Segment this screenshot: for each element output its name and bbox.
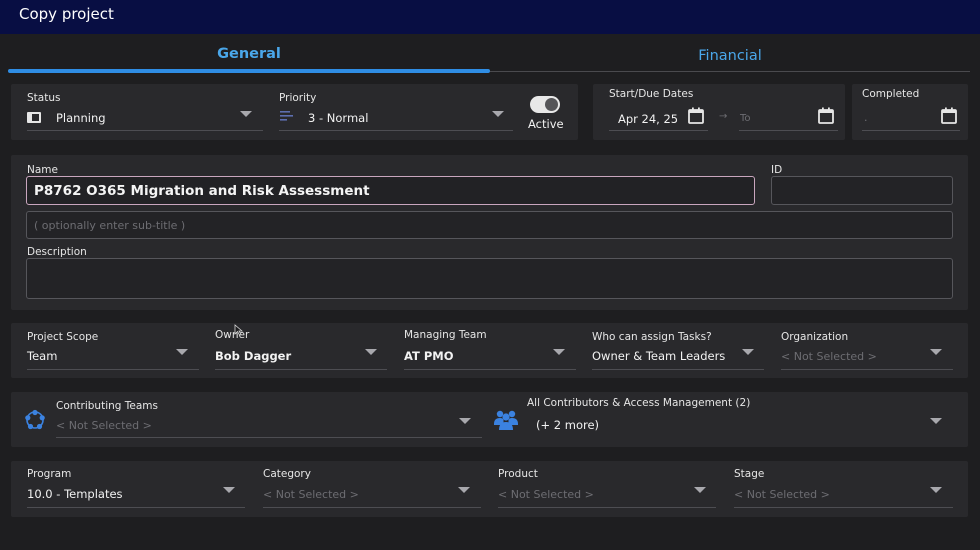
tab-active-indicator (8, 69, 490, 73)
toggle-knob (545, 98, 558, 111)
active-label: Active (528, 117, 564, 131)
dates-label: Start/Due Dates (609, 88, 694, 100)
completed-label: Completed (862, 88, 920, 100)
chevron-down-icon[interactable] (930, 418, 942, 424)
chevron-down-icon[interactable] (459, 418, 471, 424)
users-group-icon (494, 410, 518, 430)
scope-label: Project Scope (27, 331, 99, 343)
category-label: Category (263, 468, 311, 480)
name-value: P8762 O365 Migration and Risk Assessment (34, 183, 370, 199)
chevron-down-icon[interactable] (240, 111, 252, 117)
priority-value[interactable]: 3 - Normal (308, 111, 368, 125)
start-date-value[interactable]: Apr 24, 25 (618, 112, 678, 126)
organization-label: Organization (781, 331, 849, 343)
scope-underline (27, 369, 199, 370)
description-label: Description (27, 246, 87, 258)
completed-value[interactable]: . (864, 111, 868, 124)
access-label: All Contributors & Access Management (2) (527, 397, 751, 409)
calendar-icon[interactable] (941, 107, 957, 124)
managing-team-label: Managing Team (404, 329, 487, 341)
chevron-down-icon[interactable] (553, 349, 565, 355)
status-label: Status (27, 92, 61, 104)
managing-team-underline (404, 369, 576, 370)
contributing-underline (56, 437, 482, 438)
chevron-down-icon[interactable] (930, 349, 942, 355)
arrow-right-icon: → (719, 111, 728, 122)
chevron-down-icon[interactable] (176, 349, 188, 355)
managing-team-value[interactable]: AT PMO (404, 349, 454, 363)
program-value[interactable]: 10.0 - Templates (27, 487, 123, 501)
chevron-down-icon[interactable] (742, 349, 754, 355)
due-date-underline (739, 130, 838, 131)
chevron-down-icon[interactable] (930, 487, 942, 493)
window-title: Copy project (19, 5, 114, 23)
name-label: Name (27, 164, 58, 176)
program-label: Program (27, 468, 72, 480)
active-toggle[interactable] (530, 96, 560, 113)
organization-underline (781, 369, 953, 370)
flag-icon (27, 112, 41, 123)
category-underline (263, 507, 481, 508)
tab-general[interactable]: General (8, 46, 490, 62)
status-underline (27, 130, 263, 131)
priority-underline (279, 130, 513, 131)
team-circle-icon (25, 409, 45, 430)
contributing-teams-label: Contributing Teams (56, 400, 158, 412)
calendar-icon[interactable] (818, 107, 834, 124)
mouse-cursor-icon (234, 324, 243, 336)
organization-value[interactable]: < Not Selected > (781, 350, 877, 363)
start-date-underline (609, 130, 708, 131)
priority-label: Priority (279, 92, 317, 104)
product-value[interactable]: < Not Selected > (498, 488, 594, 501)
completed-underline (862, 130, 960, 131)
contributing-teams-value[interactable]: < Not Selected > (56, 419, 152, 432)
owner-value[interactable]: Bob Dagger (215, 349, 291, 363)
assign-tasks-value[interactable]: Owner & Team Leaders (592, 349, 725, 363)
scope-value[interactable]: Team (27, 349, 57, 363)
access-value[interactable]: (+ 2 more) (536, 418, 599, 432)
chevron-down-icon[interactable] (458, 487, 470, 493)
tab-financial[interactable]: Financial (490, 48, 970, 64)
tab-divider (490, 71, 970, 72)
priority-bars-icon (280, 111, 293, 121)
program-underline (27, 507, 245, 508)
subtitle-placeholder: ( optionally enter sub-title ) (34, 219, 186, 232)
status-value[interactable]: Planning (56, 111, 106, 125)
stage-value[interactable]: < Not Selected > (734, 488, 830, 501)
owner-label: Owner (215, 329, 250, 341)
product-underline (498, 507, 716, 508)
description-input[interactable] (26, 258, 953, 299)
stage-label: Stage (734, 468, 765, 480)
title-bar: Copy project (0, 0, 980, 34)
stage-underline (734, 507, 953, 508)
id-input[interactable] (771, 176, 953, 205)
category-value[interactable]: < Not Selected > (263, 488, 359, 501)
owner-underline (215, 369, 387, 370)
product-label: Product (498, 468, 538, 480)
chevron-down-icon[interactable] (492, 111, 504, 117)
calendar-icon[interactable] (688, 107, 704, 124)
assign-tasks-label: Who can assign Tasks? (592, 331, 712, 343)
assign-tasks-underline (592, 369, 764, 370)
chevron-down-icon[interactable] (694, 487, 706, 493)
chevron-down-icon[interactable] (223, 487, 235, 493)
due-date-placeholder[interactable]: To (740, 113, 751, 124)
chevron-down-icon[interactable] (365, 349, 377, 355)
id-label: ID (771, 164, 783, 176)
